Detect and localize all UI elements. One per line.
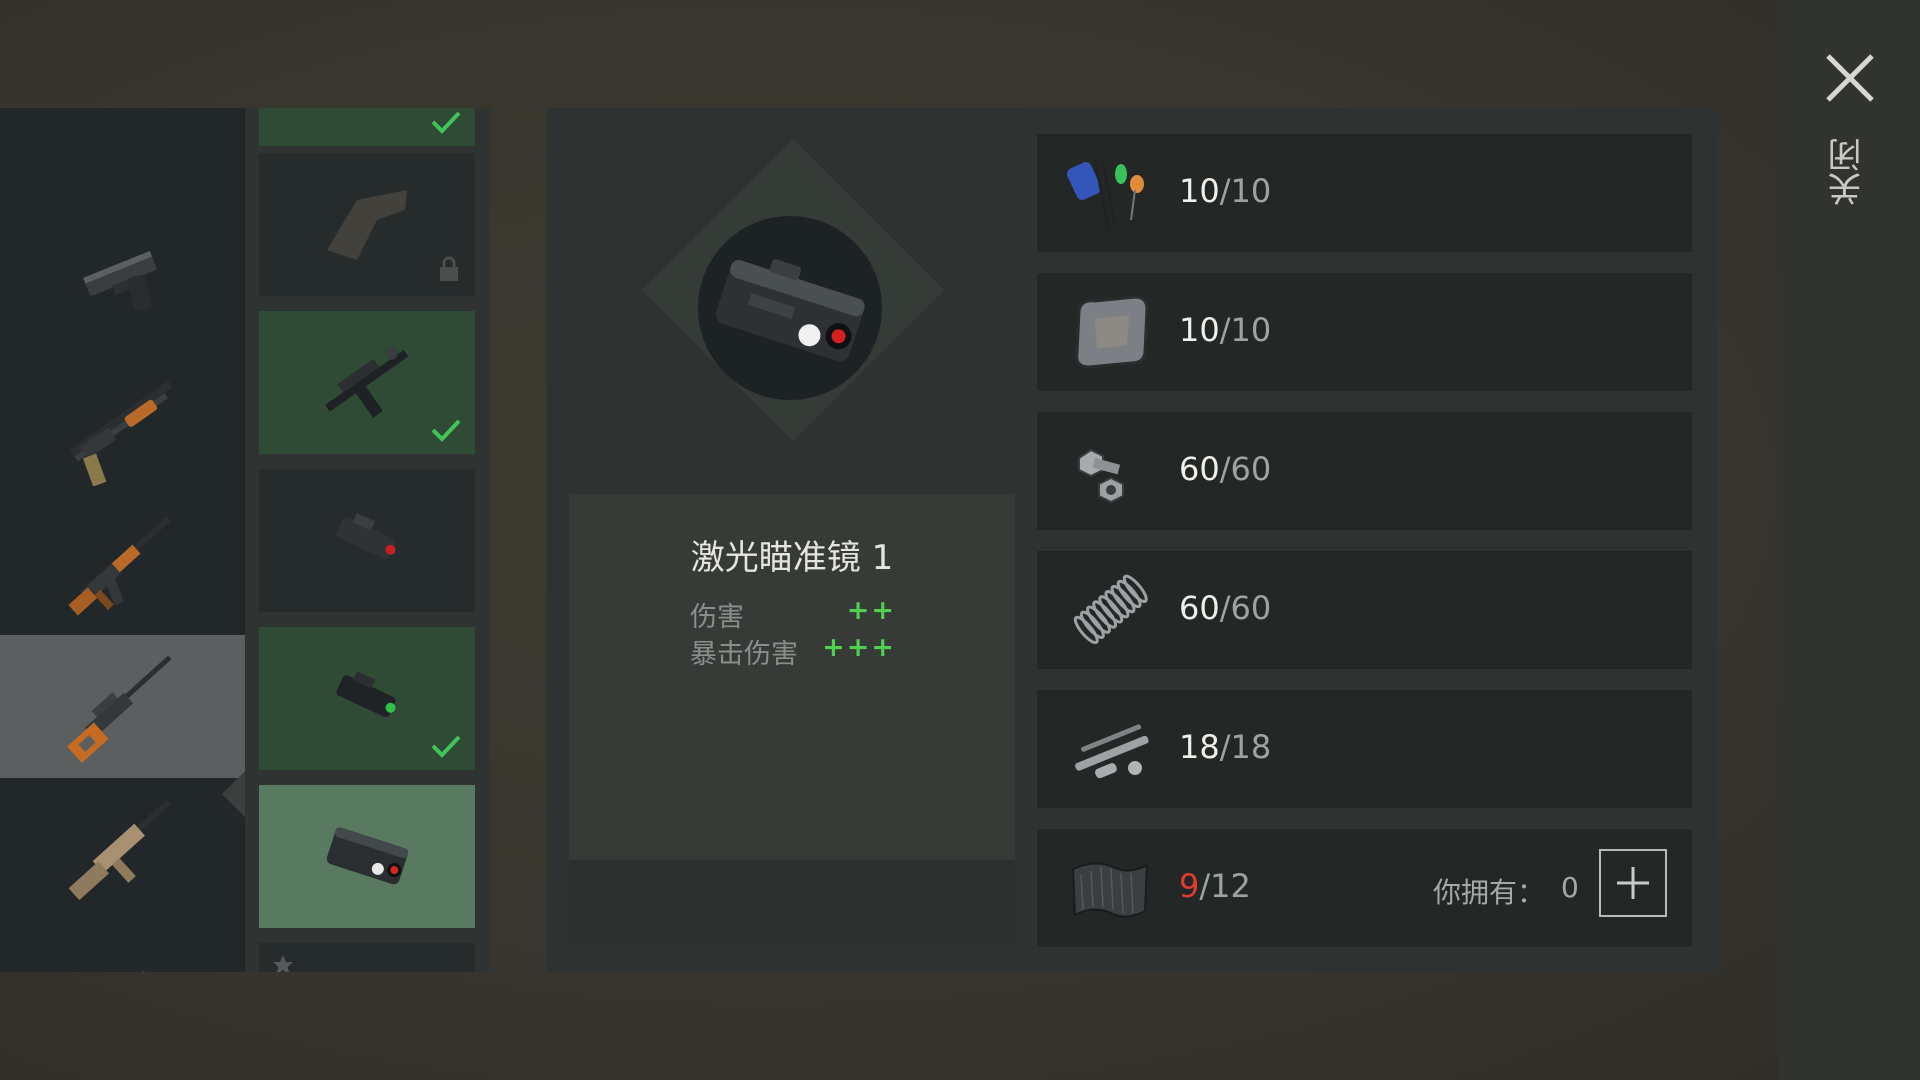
stat-value: +++ <box>822 632 896 663</box>
material-row: 10/10 <box>1037 273 1692 391</box>
material-have: 10 <box>1179 311 1220 349</box>
attachment-item-laser-green[interactable] <box>259 627 475 770</box>
material-count: 18/18 <box>1179 728 1271 766</box>
electronic-components-icon <box>1067 159 1144 231</box>
material-row: 60/60 <box>1037 551 1692 669</box>
material-row: 10/10 <box>1037 134 1692 252</box>
check-icon <box>431 419 461 442</box>
material-have: 18 <box>1179 728 1220 766</box>
weapon-item-partial[interactable] <box>0 108 245 206</box>
attachment-item-laser-red[interactable] <box>259 469 475 612</box>
attachment-item-laser-box-selected[interactable] <box>259 785 475 928</box>
bolt-nut-icon <box>1078 448 1124 504</box>
material-row: 18/18 <box>1037 690 1692 808</box>
grip-icon <box>325 347 409 418</box>
laser-box-icon <box>326 826 409 884</box>
laser-box-preview-icon <box>715 259 865 362</box>
grip-icon <box>327 189 407 260</box>
pistol-icon <box>82 250 156 311</box>
check-icon <box>431 735 461 758</box>
material-count: 60/60 <box>1179 450 1271 488</box>
metal-rods-icon <box>1075 724 1149 779</box>
laser-sight-green-icon <box>336 670 396 717</box>
scar-rifle-icon <box>68 799 171 900</box>
stat-label: 暴击伤害 <box>690 639 798 670</box>
weapon-item-shotgun[interactable] <box>0 349 245 492</box>
material-count: 9/12 <box>1179 867 1251 905</box>
stat-label: 伤害 <box>690 602 744 633</box>
owned-count: 0 <box>1561 871 1579 904</box>
close-icon[interactable] <box>1822 50 1878 106</box>
spring-icon <box>1073 574 1148 645</box>
laser-sight-red-icon <box>336 512 396 559</box>
rifle-icon <box>104 970 147 972</box>
material-need: /10 <box>1219 311 1272 349</box>
metal-plate-icon <box>1075 295 1149 369</box>
material-need: /60 <box>1219 589 1272 627</box>
add-material-button[interactable] <box>1599 849 1667 917</box>
material-have: 60 <box>1179 589 1220 627</box>
item-name: 激光瞄准镜 1 <box>690 538 894 578</box>
weapon-item-pistol[interactable] <box>0 206 245 349</box>
attachment-item-grip[interactable] <box>259 311 475 454</box>
material-need: /18 <box>1219 728 1272 766</box>
weapon-item-sniper[interactable] <box>0 635 245 778</box>
material-count: 10/10 <box>1179 311 1271 349</box>
material-need: /12 <box>1199 867 1251 905</box>
attachment-item-grip-locked[interactable] <box>259 153 475 296</box>
shotgun-icon <box>69 380 173 486</box>
lock-icon <box>440 256 458 281</box>
weapon-item-partial-bottom[interactable] <box>0 921 245 972</box>
carbon-fiber-icon <box>1071 862 1149 918</box>
weapon-item-scar[interactable] <box>0 778 245 921</box>
stat-value: ++ <box>846 595 896 626</box>
attachment-list <box>245 108 490 972</box>
material-need: /60 <box>1219 450 1272 488</box>
star-icon <box>273 955 293 972</box>
plus-icon <box>1617 867 1649 899</box>
stat-row-crit-damage: 暴击伤害 +++ <box>690 632 896 671</box>
material-count: 10/10 <box>1179 172 1271 210</box>
material-have: 10 <box>1179 172 1220 210</box>
sniper-rifle-icon <box>66 655 172 763</box>
material-row: 60/60 <box>1037 412 1692 530</box>
attachment-item-partial[interactable] <box>259 108 475 146</box>
material-need: /10 <box>1219 172 1272 210</box>
weapon-list <box>0 108 245 972</box>
material-count: 60/60 <box>1179 589 1271 627</box>
material-have: 9 <box>1179 867 1200 905</box>
weapon-item-ak[interactable] <box>0 492 245 635</box>
check-icon <box>431 111 461 134</box>
material-have: 60 <box>1179 450 1220 488</box>
attachment-item-partial-bottom[interactable] <box>259 943 475 972</box>
ak-rifle-icon <box>67 516 171 615</box>
owned-label: 你拥有： <box>1433 876 1546 909</box>
close-button-label[interactable]: 关闭 <box>1828 138 1872 206</box>
material-row-insufficient: 9/12 你拥有： 0 <box>1037 829 1692 947</box>
stat-row-damage: 伤害 ++ <box>690 595 896 634</box>
item-info-footer <box>569 860 1015 946</box>
